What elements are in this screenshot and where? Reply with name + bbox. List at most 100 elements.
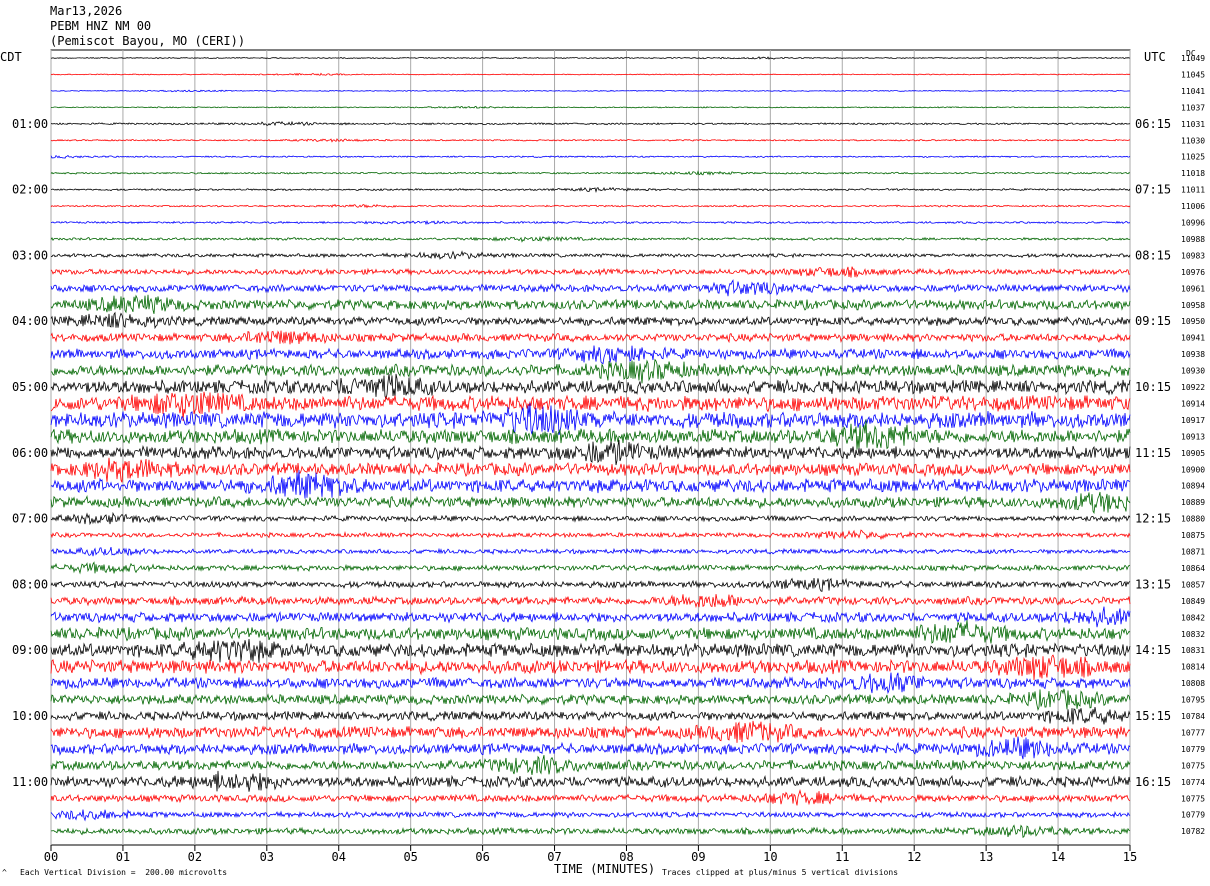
x-tick-label: 01 — [116, 850, 130, 864]
dc-offset-label: 10996 — [1181, 219, 1205, 228]
trace-line — [50, 154, 1131, 159]
trace-line — [50, 638, 1131, 663]
dc-offset-label: 10775 — [1181, 761, 1205, 770]
cdt-hour-label: 06:00 — [12, 446, 48, 460]
cdt-hour-label: 10:00 — [12, 709, 48, 723]
trace-line — [50, 720, 1131, 743]
dc-offset-label: 10900 — [1181, 465, 1205, 474]
cdt-hour-label: 09:00 — [12, 643, 48, 657]
x-tick-label: 12 — [907, 850, 921, 864]
x-tick-label: 06 — [475, 850, 489, 864]
dc-offset-label: 10774 — [1181, 778, 1205, 787]
dc-offset-label: 10808 — [1181, 679, 1205, 688]
dc-offset-label: 10814 — [1181, 663, 1205, 672]
trace-line — [50, 491, 1131, 514]
dc-offset-label: 10905 — [1181, 449, 1205, 458]
utc-hour-label: 14:15 — [1135, 643, 1171, 657]
dc-offset-label: 10930 — [1181, 367, 1205, 376]
dc-offset-label: 11018 — [1181, 169, 1205, 178]
dc-offset-label: 10922 — [1181, 383, 1205, 392]
trace-line — [50, 788, 1131, 806]
dc-offset-label: 10875 — [1181, 531, 1205, 540]
trace-line — [50, 266, 1131, 278]
trace-line — [50, 529, 1131, 541]
dc-offset-label: 10782 — [1181, 827, 1205, 836]
trace-line — [50, 594, 1131, 609]
trace-line — [50, 311, 1131, 330]
trace-line — [50, 688, 1131, 712]
dc-offset-label: 10983 — [1181, 251, 1205, 260]
x-tick-label: 07 — [547, 850, 561, 864]
trace-line — [50, 561, 1131, 575]
trace-line — [50, 330, 1131, 345]
cdt-hour-label: 07:00 — [12, 512, 48, 526]
dc-offset-label: 10779 — [1181, 811, 1205, 820]
cdt-hour-label: 05:00 — [12, 380, 48, 394]
cdt-hour-label: 01:00 — [12, 117, 48, 131]
utc-hour-label: 06:15 — [1135, 117, 1171, 131]
trace-line — [50, 457, 1131, 483]
trace-line — [50, 279, 1131, 297]
utc-hour-label: 08:15 — [1135, 248, 1171, 262]
trace-line — [50, 736, 1131, 760]
trace-line — [50, 419, 1131, 450]
x-tick-label: 09 — [691, 850, 705, 864]
dc-offset-label: 11006 — [1181, 202, 1205, 211]
dc-offset-label: 11030 — [1181, 136, 1205, 145]
dc-offset-label: 11045 — [1181, 70, 1205, 79]
dc-offset-label: 11031 — [1181, 120, 1205, 129]
trace-line — [50, 654, 1131, 681]
trace-line — [50, 770, 1131, 792]
x-tick-label: 02 — [188, 850, 202, 864]
trace-line — [50, 186, 1131, 194]
x-tick-label: 08 — [619, 850, 633, 864]
dc-offset-label: 10941 — [1181, 334, 1205, 343]
dc-offset-label: 10777 — [1181, 728, 1205, 737]
dc-offset-label: 10889 — [1181, 498, 1205, 507]
trace-line — [50, 89, 1131, 93]
dc-offset-label: 10795 — [1181, 696, 1205, 705]
trace-line — [50, 707, 1131, 725]
cdt-hour-label: 08:00 — [12, 577, 48, 591]
x-tick-label: 13 — [979, 850, 993, 864]
x-tick-label: 03 — [260, 850, 274, 864]
trace-line — [50, 809, 1131, 822]
dc-offset-label: 10938 — [1181, 350, 1205, 359]
utc-hour-label: 16:15 — [1135, 775, 1171, 789]
trace-line — [50, 620, 1131, 644]
x-tick-label: 14 — [1051, 850, 1065, 864]
trace-line — [50, 235, 1131, 243]
dc-offset-label: 10832 — [1181, 630, 1205, 639]
dc-offset-label: 11049 — [1181, 54, 1205, 63]
trace-line — [50, 220, 1131, 226]
trace-line — [50, 439, 1131, 466]
trace-line — [50, 294, 1131, 315]
seismogram-plot: 00 01 02 03 04 05 06 07 08 09 10 11 12 13 14 15 11049 110… — [12, 49, 1205, 864]
trace-line — [50, 72, 1131, 76]
dc-offset-label: 10913 — [1181, 432, 1205, 441]
trace-line — [50, 170, 1131, 176]
utc-hour-label: 11:15 — [1135, 446, 1171, 460]
dc-offset-label: 10831 — [1181, 646, 1205, 655]
dc-offset-label: 10917 — [1181, 416, 1205, 425]
trace-line — [50, 138, 1131, 143]
trace-line — [50, 511, 1131, 526]
cdt-hour-label: 04:00 — [12, 314, 48, 328]
dc-offset-label: 10864 — [1181, 564, 1205, 573]
trace-line — [50, 56, 1131, 60]
dc-offset-label: 10976 — [1181, 268, 1205, 277]
dc-offset-label: 11037 — [1181, 103, 1205, 112]
utc-hour-label: 07:15 — [1135, 183, 1171, 197]
trace-line — [51, 824, 1131, 839]
trace-line — [50, 755, 1131, 775]
trace-line — [50, 672, 1131, 695]
trace-line — [50, 345, 1131, 365]
x-tick-label: 04 — [332, 850, 346, 864]
dc-offset-label: 10950 — [1181, 317, 1205, 326]
cdt-hour-label: 02:00 — [12, 183, 48, 197]
dc-offset-label: 10988 — [1181, 235, 1205, 244]
dc-offset-label: 10880 — [1181, 515, 1205, 524]
x-tick-label: 15 — [1123, 850, 1137, 864]
dc-offset-label: 10842 — [1181, 613, 1205, 622]
utc-hour-label: 12:15 — [1135, 512, 1171, 526]
